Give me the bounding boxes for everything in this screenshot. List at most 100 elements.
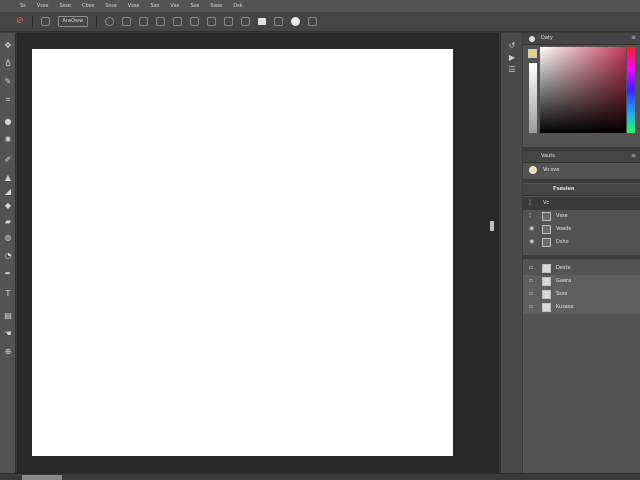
zoom-tool-icon[interactable]: ⊕ <box>3 347 13 357</box>
option-icon-8[interactable] <box>241 17 251 26</box>
option-icon-5[interactable] <box>190 17 200 26</box>
option-icon-2[interactable] <box>139 17 149 26</box>
option-circle-icon[interactable] <box>291 17 301 26</box>
option-icon-10[interactable] <box>308 17 318 26</box>
eraser-tool-icon[interactable]: ◆ <box>3 201 13 211</box>
actions-panel-icon[interactable]: ▶ <box>507 53 517 63</box>
history-state-icon: ▫ <box>529 290 534 297</box>
tool-preset-icon[interactable] <box>40 17 50 26</box>
history-row[interactable]: ▫ Gaera <box>523 275 640 288</box>
menu-item-filter[interactable]: Sso <box>149 0 162 12</box>
color-panel-header[interactable]: Daty ≡ <box>523 33 640 45</box>
hand-tool-icon[interactable]: ☚ <box>3 329 13 339</box>
menu-item-select[interactable]: Vsse <box>126 0 142 12</box>
history-brush-icon[interactable]: ◢ <box>3 187 13 197</box>
quick-select-icon[interactable]: ✎ <box>3 77 13 87</box>
panel-collapse-handle[interactable] <box>490 221 494 231</box>
menu-item-3d[interactable]: Vse <box>168 0 181 12</box>
panel-gap <box>523 179 640 183</box>
menu-item-type[interactable]: Ssse <box>103 0 118 12</box>
sample-size-dropdown[interactable]: AraOww <box>57 16 89 27</box>
move-tool-icon[interactable]: ✥ <box>3 41 13 51</box>
status-bar <box>0 473 640 480</box>
eyedropper-tool-icon[interactable]: ● <box>3 117 13 127</box>
layer-row[interactable]: ◉ Dsho <box>523 236 640 249</box>
properties-panel-icon[interactable]: ☰ <box>507 65 517 75</box>
history-row[interactable]: ▫ Ssse <box>523 288 640 301</box>
layer-label: Vsse <box>556 213 568 219</box>
history-row[interactable]: ▫ Deste <box>523 262 640 275</box>
menu-item-file[interactable]: Ss <box>18 0 28 12</box>
adjustments-panel-header[interactable]: Vauts ≡ <box>523 151 640 163</box>
menu-item-layer[interactable]: Cbse <box>80 0 96 12</box>
background-color-strip[interactable] <box>529 63 537 133</box>
option-icon-6[interactable] <box>207 17 217 26</box>
swatch-dot-icon <box>529 166 537 174</box>
layer-row[interactable]: ¦ Vc <box>523 197 640 210</box>
option-icon-9[interactable] <box>274 17 284 26</box>
menu-item-help[interactable]: Dsk <box>231 0 244 12</box>
panel-menu-icon[interactable]: ≡ <box>631 152 636 159</box>
tools-panel: ✥ ♁ ✎ ⌗ ● ✺ ✐ ▲ ◢ ◆ ▰ ◍ ◔ ✒ T ▤ ☚ ⊕ <box>0 33 16 473</box>
layer-thumbnail <box>542 225 551 234</box>
eyedropper-icon[interactable]: ⊘ <box>16 17 24 26</box>
lasso-icon[interactable] <box>105 17 115 26</box>
history-label: Ssse <box>556 291 568 297</box>
color-panel-tab[interactable]: Daty <box>541 35 553 41</box>
type-tool-icon[interactable]: T <box>3 289 13 299</box>
canvas[interactable] <box>32 49 453 456</box>
crop-tool-icon[interactable]: ⌗ <box>3 95 13 105</box>
layer-row[interactable]: ¦ Vsse <box>523 210 640 223</box>
stamp-tool-icon[interactable]: ▲ <box>3 173 13 183</box>
shape-tool-icon[interactable]: ▤ <box>3 311 13 321</box>
panel-menu-icon[interactable]: ≡ <box>631 34 636 41</box>
color-picker-field[interactable] <box>540 47 626 133</box>
menu-item-window[interactable]: Ssoe <box>208 0 224 12</box>
history-thumbnail <box>542 277 551 286</box>
option-swatch[interactable] <box>258 18 267 25</box>
history-panel-icon[interactable]: ↺ <box>507 41 517 51</box>
visibility-icon[interactable]: ◉ <box>529 238 534 245</box>
layer-thumbnail <box>542 212 551 221</box>
layer-row[interactable]: ◉ Voede <box>523 223 640 236</box>
pen-tool-icon[interactable]: ✒ <box>3 269 13 279</box>
history-label: Gaera <box>556 278 572 284</box>
foreground-color-swatch[interactable] <box>528 49 537 58</box>
option-icon-4[interactable] <box>173 17 183 26</box>
layer-label: Voede <box>556 226 572 232</box>
option-icon-3[interactable] <box>156 17 166 26</box>
healing-brush-icon[interactable]: ✺ <box>3 135 13 145</box>
layers-panel-header[interactable]: Fsaslen <box>523 184 640 196</box>
document-area <box>17 33 499 473</box>
adjustments-row[interactable]: Vo sve <box>523 164 640 177</box>
options-bar: ⊘ AraOww <box>0 12 640 32</box>
history-state-icon: ▫ <box>529 264 534 271</box>
panel-gap <box>523 255 640 259</box>
adjustments-panel-tab[interactable]: Vauts <box>541 153 555 159</box>
visibility-icon[interactable]: ¦ <box>529 212 531 219</box>
menu-item-image[interactable]: Ssse <box>58 0 73 12</box>
divider <box>31 15 33 28</box>
gradient-tool-icon[interactable]: ▰ <box>3 217 13 227</box>
layers-panel-tab[interactable]: Fsaslen <box>553 186 574 192</box>
dodge-tool-icon[interactable]: ◔ <box>3 251 13 261</box>
brush-tool-icon[interactable]: ✐ <box>3 155 13 165</box>
divider <box>96 15 98 28</box>
visibility-icon[interactable]: ◉ <box>529 225 534 232</box>
history-row[interactable]: ▫ Kusase <box>523 301 640 314</box>
zoom-field[interactable] <box>22 475 62 480</box>
menu-item-view[interactable]: Sse <box>188 0 201 12</box>
history-thumbnail <box>542 264 551 273</box>
history-thumbnail <box>542 290 551 299</box>
panel-dock: ↺ ▶ ☰ <box>500 33 522 473</box>
option-icon-1[interactable] <box>122 17 132 26</box>
option-icon-7[interactable] <box>224 17 234 26</box>
menu-bar: Ss Vsse Ssse Cbse Ssse Vsse Sso Vse Sse … <box>0 0 640 12</box>
blur-tool-icon[interactable]: ◍ <box>3 233 13 243</box>
lasso-tool-icon[interactable]: ♁ <box>3 59 13 69</box>
adjustments-label: Vo sve <box>543 167 560 173</box>
history-thumbnail <box>542 303 551 312</box>
menu-item-edit[interactable]: Vsse <box>35 0 51 12</box>
visibility-icon[interactable]: ¦ <box>529 199 531 206</box>
hue-slider[interactable] <box>627 47 635 133</box>
